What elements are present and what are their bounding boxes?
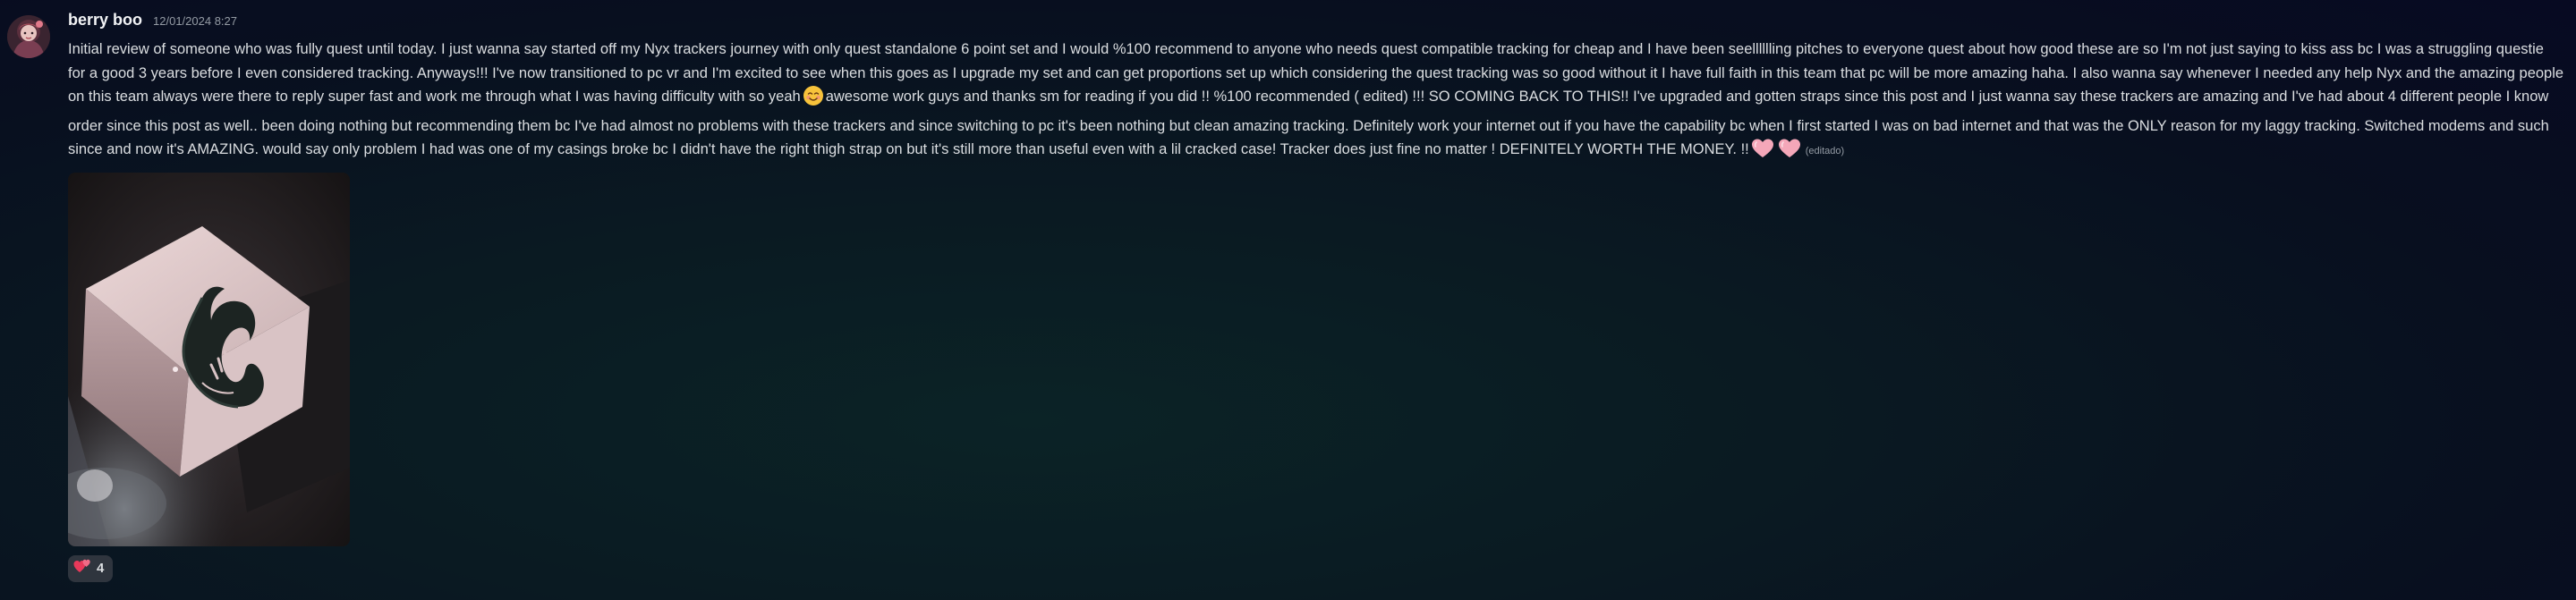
reaction-count: 4 xyxy=(97,561,105,576)
smiling-face-emoji-icon[interactable] xyxy=(803,85,824,114)
image-attachment[interactable] xyxy=(68,172,350,546)
two-hearts-emoji-icon xyxy=(73,557,91,579)
chat-message: berry boo 12/01/2024 8:27 Initial review… xyxy=(0,0,2576,600)
edited-label: (editado) xyxy=(1805,146,1845,156)
tracker-photo-image xyxy=(68,172,350,546)
message-content: berry boo 12/01/2024 8:27 Initial review… xyxy=(68,11,2564,582)
reaction-two-hearts[interactable]: 4 xyxy=(68,554,114,582)
user-avatar-image xyxy=(7,15,50,58)
pink-heart-emoji-icon[interactable] xyxy=(1751,138,1774,167)
message-body: Initial review of someone who was fully … xyxy=(68,38,2564,167)
pink-heart-emoji-icon[interactable] xyxy=(1778,138,1801,167)
author-name[interactable]: berry boo xyxy=(68,11,142,30)
reactions-bar: 4 xyxy=(68,554,2564,582)
avatar[interactable] xyxy=(7,15,50,58)
message-timestamp[interactable]: 12/01/2024 8:27 xyxy=(153,14,237,28)
message-header: berry boo 12/01/2024 8:27 xyxy=(68,11,2564,38)
